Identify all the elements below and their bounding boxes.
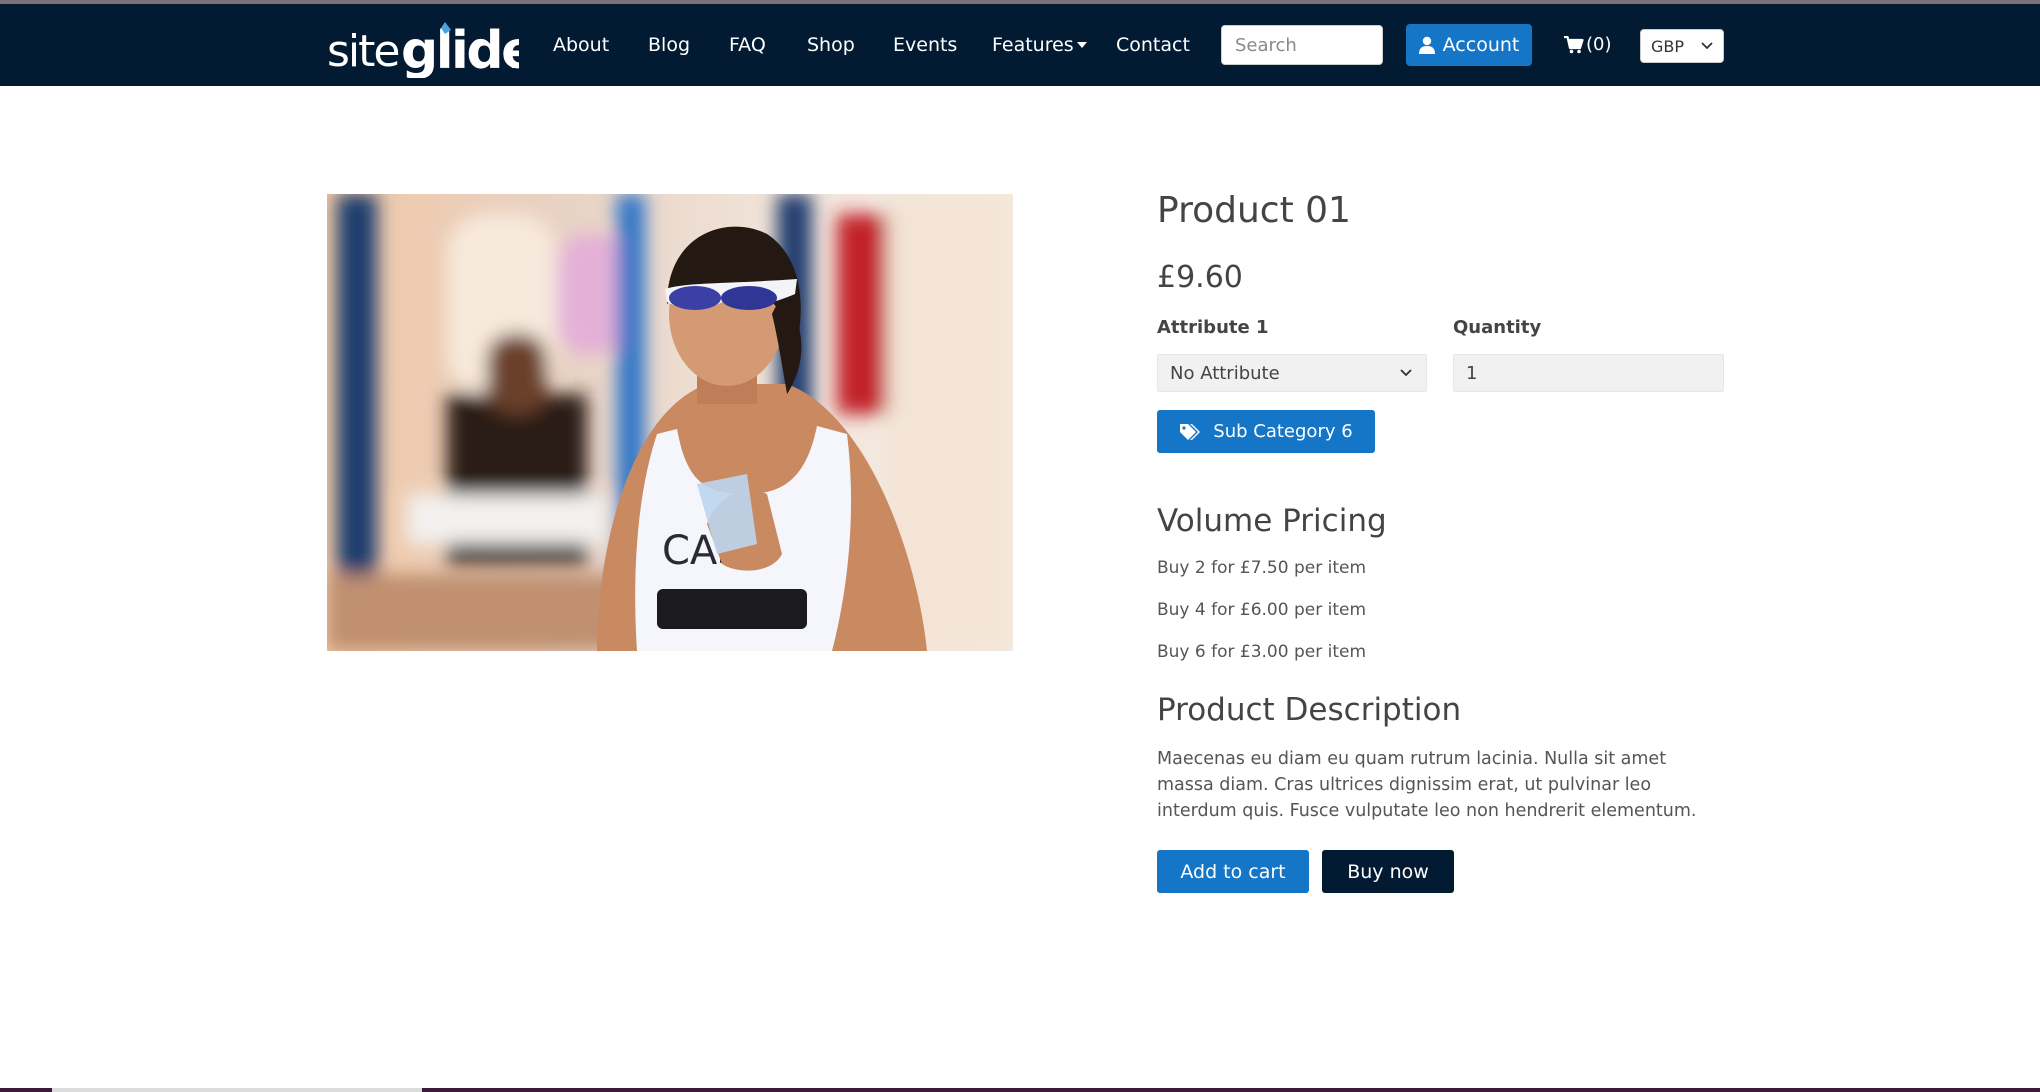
cart-count: (0) xyxy=(1586,34,1612,55)
product-image: CAST xyxy=(327,194,1013,651)
nav-about[interactable]: About xyxy=(553,34,609,56)
volume-pricing-item: Buy 2 for £7.50 per item xyxy=(1157,558,1367,578)
nav-features-label: Features xyxy=(992,34,1074,56)
cart-icon xyxy=(1564,35,1584,53)
product-title: Product 01 xyxy=(1157,190,1351,231)
volume-pricing-item: Buy 4 for £6.00 per item xyxy=(1157,600,1367,620)
volume-pricing-item: Buy 6 for £3.00 per item xyxy=(1157,642,1367,662)
caret-down-icon xyxy=(1076,42,1087,48)
browser-bottom-strip xyxy=(0,1088,2040,1092)
nav-blog[interactable]: Blog xyxy=(648,34,690,56)
currency-value: GBP xyxy=(1651,36,1685,56)
category-tag-label: Sub Category 6 xyxy=(1213,421,1353,442)
volume-pricing-heading: Volume Pricing xyxy=(1157,503,1387,539)
runner-photo: CAST xyxy=(327,194,1013,651)
attribute-label: Attribute 1 xyxy=(1157,317,1269,338)
svg-text:site: site xyxy=(327,26,398,77)
svg-text:glide: glide xyxy=(401,21,519,78)
site-logo[interactable]: site glide . xyxy=(327,18,537,81)
attribute-value: No Attribute xyxy=(1170,362,1280,384)
currency-select[interactable]: GBP xyxy=(1640,29,1724,63)
nav-events[interactable]: Events xyxy=(893,34,957,56)
quantity-input[interactable] xyxy=(1453,354,1724,392)
product-description-text: Maecenas eu diam eu quam rutrum lacinia.… xyxy=(1157,749,1697,821)
cart-link[interactable]: (0) xyxy=(1564,34,1612,55)
nav-features-dropdown[interactable]: Features xyxy=(992,34,1087,56)
svg-text:.: . xyxy=(507,28,519,78)
tags-icon xyxy=(1180,423,1201,440)
product-price: £9.60 xyxy=(1157,260,1243,295)
navbar: site glide . About Blog FAQ Shop Events … xyxy=(0,4,2040,86)
product-description-heading: Product Description xyxy=(1157,692,1462,728)
add-to-cart-button[interactable]: Add to cart xyxy=(1157,850,1309,893)
chevron-down-icon xyxy=(1701,42,1713,50)
nav-faq[interactable]: FAQ xyxy=(729,34,766,56)
search-input[interactable] xyxy=(1221,25,1383,65)
chevron-down-icon xyxy=(1400,369,1412,377)
category-tag-button[interactable]: Sub Category 6 xyxy=(1157,410,1375,453)
attribute-select[interactable]: No Attribute xyxy=(1157,354,1427,392)
buy-now-button[interactable]: Buy now xyxy=(1322,850,1454,893)
account-label: Account xyxy=(1442,34,1520,56)
logo-wordmark: site glide . xyxy=(327,21,537,81)
user-icon xyxy=(1418,36,1435,54)
quantity-label: Quantity xyxy=(1453,317,1542,338)
nav-shop[interactable]: Shop xyxy=(807,34,855,56)
account-button[interactable]: Account xyxy=(1406,24,1532,66)
nav-contact[interactable]: Contact xyxy=(1116,34,1190,56)
